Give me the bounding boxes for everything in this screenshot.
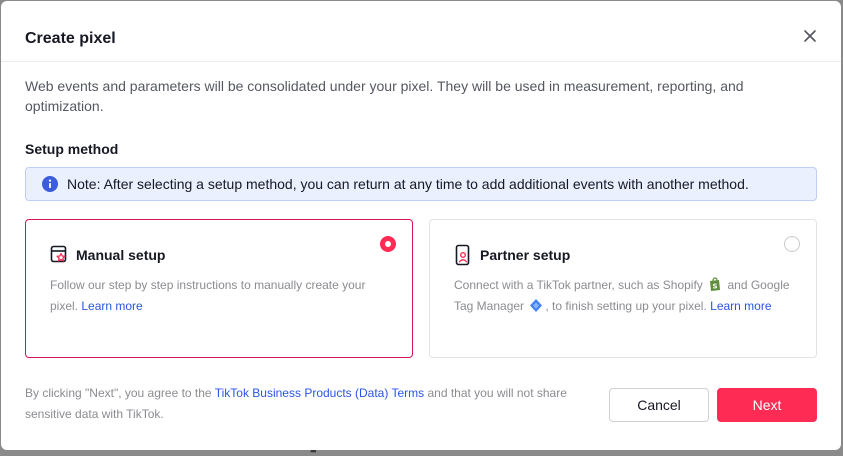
partner-desc-part3: , to finish setting up your pixel. — [545, 299, 707, 313]
partner-desc-part1: Connect with a TikTok partner, such as S… — [454, 278, 703, 292]
terms-link[interactable]: TikTok Business Products (Data) Terms — [215, 386, 424, 400]
footer-consent-text: By clicking "Next", you agree to the Tik… — [25, 383, 595, 425]
create-pixel-dialog: Create pixel Web events and parameters w… — [1, 1, 841, 450]
info-icon — [42, 176, 58, 192]
manual-setup-title: Manual setup — [76, 247, 166, 263]
partner-setup-option[interactable]: Partner setup Connect with a TikTok part… — [429, 219, 817, 358]
dialog-description: Web events and parameters will be consol… — [25, 78, 744, 114]
manual-setup-option[interactable]: Manual setup Follow our step by step ins… — [25, 219, 413, 358]
partner-setup-radio[interactable] — [784, 236, 800, 252]
partner-learn-more-link[interactable]: Learn more — [710, 299, 771, 313]
header-divider — [1, 61, 841, 62]
info-note: Note: After selecting a setup method, yo… — [25, 167, 817, 201]
manual-learn-more-link[interactable]: Learn more — [81, 299, 142, 313]
close-icon[interactable] — [801, 27, 819, 45]
next-button[interactable]: Next — [717, 388, 817, 422]
shopify-logo-icon: S — [710, 277, 721, 291]
note-text: Note: After selecting a setup method, yo… — [67, 176, 749, 192]
phone-person-icon — [455, 244, 470, 266]
manual-setup-radio[interactable] — [380, 236, 396, 252]
browser-star-icon — [50, 245, 67, 263]
svg-text:S: S — [713, 283, 718, 291]
cancel-button[interactable]: Cancel — [609, 388, 709, 422]
footer-text-before: By clicking "Next", you agree to the — [25, 386, 215, 400]
dialog-title: Create pixel — [25, 30, 116, 47]
setup-method-label: Setup method — [25, 141, 119, 157]
partner-setup-description: Connect with a TikTok partner, such as S… — [454, 275, 794, 317]
partner-setup-title: Partner setup — [480, 247, 571, 263]
google-tag-manager-icon — [530, 299, 543, 312]
manual-setup-description: Follow our step by step instructions to … — [50, 275, 390, 317]
